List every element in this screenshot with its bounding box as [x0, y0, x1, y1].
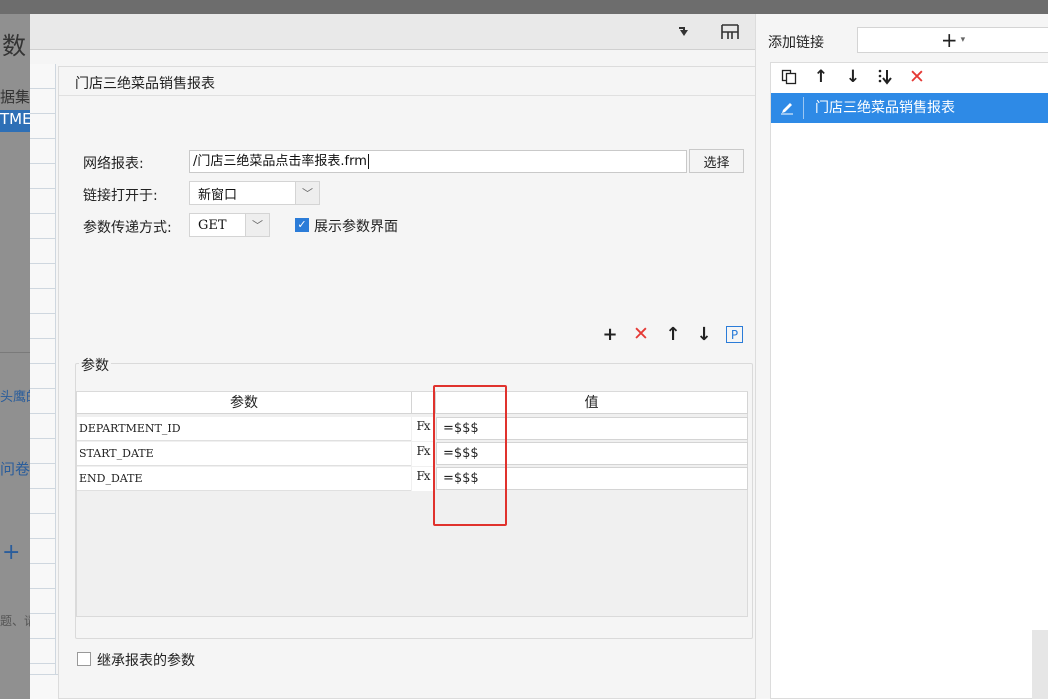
- formula-icon[interactable]: Fx: [412, 417, 434, 441]
- background-text-fragment: 据集: [0, 88, 30, 106]
- background-text-fragment: 题、请: [0, 614, 30, 628]
- delete-link-icon[interactable]: ✕: [907, 66, 927, 88]
- background-text-fragment: TME: [0, 110, 30, 132]
- inherit-params-label: 继承报表的参数: [97, 653, 195, 669]
- panel-title: 门店三绝菜品销售报表: [75, 76, 215, 92]
- scrollbar[interactable]: [1032, 630, 1048, 699]
- background-divider: [0, 352, 30, 353]
- background-top-bar: [0, 0, 1048, 14]
- param-list-icon[interactable]: P: [726, 326, 743, 343]
- web-report-input[interactable]: /门店三绝菜品点击率报表.frm: [189, 150, 687, 173]
- divider: [59, 95, 759, 96]
- link-list-item[interactable]: 门店三绝菜品销售报表: [771, 93, 1048, 123]
- sheet-row-grid: [30, 64, 56, 699]
- open-in-label: 链接打开于:: [83, 188, 158, 204]
- divider: [803, 97, 804, 119]
- move-down-icon[interactable]: ↓: [843, 67, 863, 87]
- open-in-select[interactable]: 新窗口 ﹀: [189, 181, 320, 205]
- move-up-icon[interactable]: ↑: [811, 67, 831, 87]
- param-method-value: GET: [198, 217, 227, 233]
- formula-icon[interactable]: Fx: [412, 467, 434, 491]
- chevron-down-icon: ﹀: [245, 214, 269, 236]
- move-down-icon[interactable]: ↓: [694, 324, 714, 345]
- edit-pencil-icon: [775, 93, 799, 123]
- open-in-value: 新窗口: [198, 187, 238, 203]
- background-text-fragment: 头鹰的: [0, 390, 30, 405]
- links-panel: 添加链接 + ▾ ↑ ↓ ✕ 门店三绝菜品销售报表: [755, 14, 1048, 699]
- background-text-fragment: 数: [2, 32, 26, 60]
- choose-button[interactable]: 选择: [689, 149, 744, 173]
- pin-icon[interactable]: [672, 20, 696, 44]
- move-bottom-icon[interactable]: [875, 67, 895, 87]
- background-add-icon: +: [2, 540, 21, 565]
- delete-param-icon[interactable]: ✕: [631, 323, 651, 345]
- inherit-params-checkbox[interactable]: [77, 652, 91, 666]
- param-method-select[interactable]: GET ﹀: [189, 213, 270, 237]
- param-name-cell[interactable]: DEPARTMENT_ID: [77, 417, 411, 441]
- param-method-label: 参数传递方式:: [83, 220, 172, 236]
- chevron-down-icon: ﹀: [295, 182, 319, 204]
- plus-icon: +: [940, 28, 958, 52]
- layout-icon[interactable]: [718, 20, 742, 44]
- background-text-fragment: 问卷: [0, 460, 30, 478]
- web-report-label: 网络报表:: [83, 156, 144, 172]
- params-table: 参数 值 DEPARTMENT_ID Fx =$$$ START_DATE Fx…: [76, 391, 748, 617]
- copy-icon[interactable]: [779, 67, 799, 87]
- chevron-down-icon: ▾: [960, 35, 966, 45]
- params-title: 参数: [79, 355, 111, 375]
- add-link-label: 添加链接: [768, 35, 824, 51]
- show-params-label: 展示参数界面: [314, 219, 398, 235]
- link-item-label: 门店三绝菜品销售报表: [815, 100, 955, 116]
- formula-icon[interactable]: Fx: [412, 442, 434, 466]
- show-params-checkbox[interactable]: ✓: [295, 218, 309, 232]
- param-column-header: 参数: [77, 392, 412, 414]
- move-up-icon[interactable]: ↑: [663, 324, 683, 345]
- param-name-cell[interactable]: START_DATE: [77, 442, 411, 466]
- dialog-toolbar: [30, 14, 755, 50]
- add-param-icon[interactable]: +: [600, 324, 620, 345]
- param-name-cell[interactable]: END_DATE: [77, 467, 411, 491]
- links-list: ↑ ↓ ✕ 门店三绝菜品销售报表: [770, 62, 1048, 699]
- add-link-button[interactable]: + ▾: [857, 27, 1048, 53]
- annotation-highlight-box: [433, 385, 507, 526]
